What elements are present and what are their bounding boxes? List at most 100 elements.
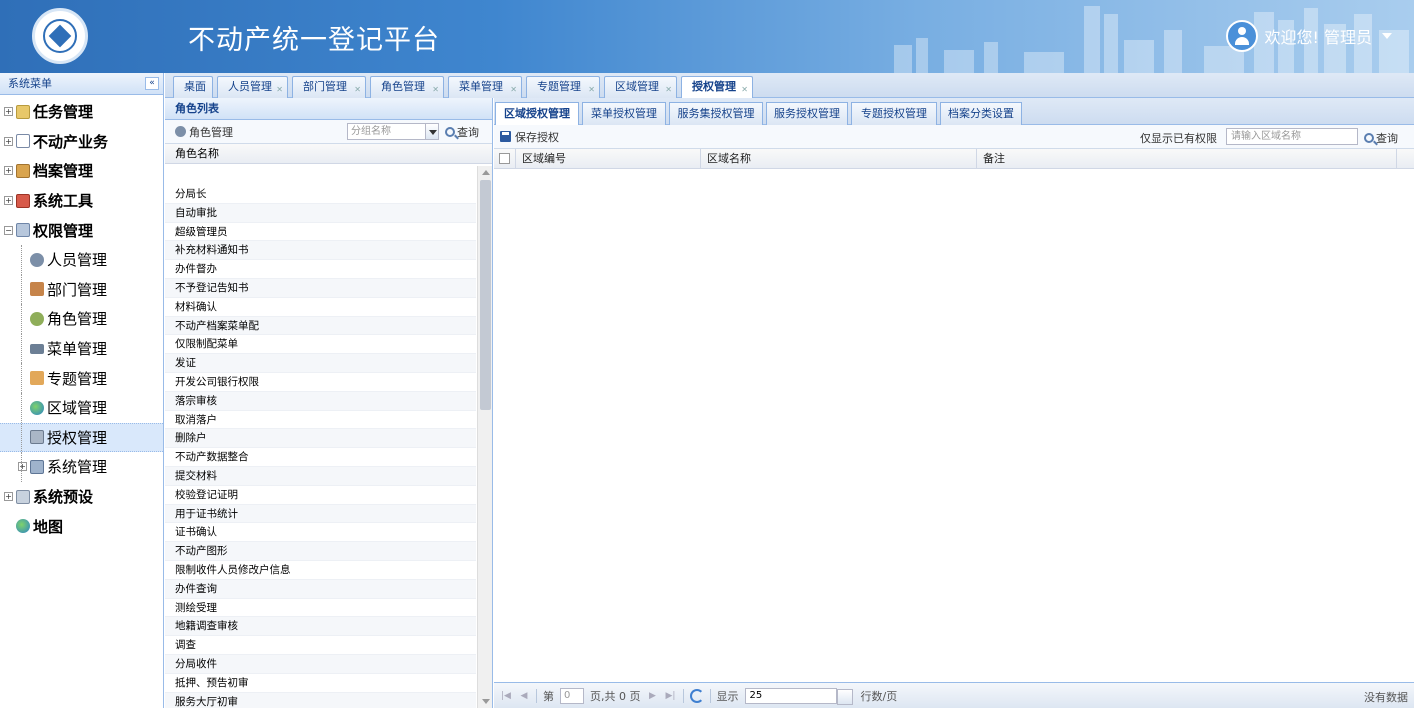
close-icon[interactable]: ✕ (665, 80, 672, 100)
role-row[interactable]: 地籍调查审核 (165, 617, 476, 637)
role-row[interactable]: 仅限制配菜单 (165, 335, 476, 355)
sidebar-item[interactable]: 部门管理 (0, 274, 163, 305)
role-row[interactable]: 调查 (165, 636, 476, 655)
combo-dropdown-button[interactable] (425, 123, 439, 140)
role-row[interactable]: 分局收件 (165, 654, 476, 674)
role-row[interactable]: 超级管理员 (165, 223, 476, 242)
column-remark[interactable]: 备注 (977, 149, 1397, 168)
expand-icon[interactable]: + (4, 166, 13, 176)
only-show-existing-toggle[interactable]: 仅显示已有权限 (1140, 130, 1217, 146)
expand-icon[interactable]: + (4, 196, 13, 206)
role-row[interactable]: 落宗审核 (165, 391, 476, 411)
close-icon[interactable]: ✕ (354, 80, 361, 100)
sidebar-item[interactable]: 地图 (0, 511, 163, 541)
region-name-input[interactable]: 请输入区域名称 (1226, 128, 1358, 145)
region-search-button[interactable]: 查询 (1364, 130, 1398, 146)
role-row[interactable]: 开发公司银行权限 (165, 373, 476, 392)
auth-subtab[interactable]: 专题授权管理 (851, 102, 937, 125)
role-row[interactable]: 提交材料 (165, 466, 476, 486)
pager-separator (536, 688, 537, 703)
close-icon[interactable]: ✕ (510, 80, 517, 100)
sidebar-item[interactable]: + 不动产业务 (0, 127, 163, 157)
expand-icon[interactable]: + (4, 136, 13, 146)
first-page-icon[interactable]: |◀ (500, 690, 512, 702)
role-row[interactable]: 分局长 (165, 185, 476, 204)
sidebar-item[interactable]: + 任务管理 (0, 97, 163, 127)
role-column-header[interactable]: 角色名称 (165, 144, 492, 164)
sidebar-item[interactable]: 授权管理 (0, 422, 163, 453)
role-row[interactable]: 服务大厅初审 (165, 692, 476, 708)
role-row[interactable]: 办件查询 (165, 579, 476, 599)
role-row[interactable]: 测绘受理 (165, 599, 476, 618)
sidebar-item[interactable]: + 档案管理 (0, 156, 163, 186)
expand-icon[interactable]: + (18, 462, 27, 472)
role-row[interactable]: 取消落户 (165, 411, 476, 430)
auth-subtab[interactable]: 档案分类设置 (940, 102, 1022, 125)
sidebar-item[interactable]: + 系统工具 (0, 186, 163, 216)
role-row[interactable]: 不动产数据整合 (165, 448, 476, 467)
sidebar-item[interactable]: + 系统预设 (0, 482, 163, 512)
role-row[interactable]: 办件督办 (165, 260, 476, 279)
role-row[interactable]: 用于证书统计 (165, 504, 476, 524)
role-row[interactable]: 校验登记证明 (165, 486, 476, 505)
auth-subtab[interactable]: 区域授权管理 (495, 102, 579, 125)
tab-item[interactable]: 区域管理 ✕ (604, 76, 677, 98)
expand-icon[interactable]: + (4, 492, 13, 502)
scroll-up-icon[interactable] (482, 170, 490, 175)
pager-separator (682, 688, 684, 703)
collapse-sidebar-button[interactable]: « (145, 77, 159, 90)
auth-subtab[interactable]: 服务集授权管理 (669, 102, 763, 125)
auth-subtab[interactable]: 菜单授权管理 (582, 102, 666, 125)
close-icon[interactable]: ✕ (276, 80, 283, 100)
role-row[interactable]: 删除户 (165, 429, 476, 449)
role-row[interactable]: 补充材料通知书 (165, 241, 476, 261)
scroll-down-icon[interactable] (482, 699, 490, 704)
auth-subtab[interactable]: 服务授权管理 (766, 102, 848, 125)
last-page-icon[interactable]: ▶| (665, 690, 677, 702)
close-icon[interactable]: ✕ (588, 80, 595, 100)
role-row[interactable]: 不动产图形 (165, 542, 476, 561)
tab-item[interactable]: 授权管理 ✕ (681, 76, 753, 99)
role-row[interactable]: 限制收件人员修改户信息 (165, 561, 476, 580)
column-region-code[interactable]: 区域编号 (516, 149, 701, 168)
tab-item[interactable]: 专题管理 ✕ (526, 76, 600, 98)
tab-item[interactable]: 角色管理 ✕ (370, 76, 444, 98)
sidebar-item[interactable]: 专题管理 (0, 363, 163, 393)
globe-icon (30, 400, 44, 415)
tab-item[interactable]: 部门管理 ✕ (292, 76, 366, 98)
role-row[interactable]: 不予登记告知书 (165, 278, 476, 298)
collapse-icon[interactable]: − (4, 225, 13, 235)
role-row[interactable]: 自动审批 (165, 203, 476, 223)
prev-page-icon[interactable]: ◀ (518, 690, 530, 702)
close-icon[interactable]: ✕ (432, 80, 439, 100)
tab-item[interactable]: 菜单管理 ✕ (448, 76, 522, 98)
select-all-checkbox[interactable] (494, 149, 516, 168)
scrollbar-thumb[interactable] (480, 180, 491, 410)
role-manage-button[interactable]: 角色管理 (189, 124, 233, 140)
page-size-select[interactable]: 25 (744, 687, 853, 705)
role-row[interactable]: 证书确认 (165, 523, 476, 543)
page-number-input[interactable]: 0 (560, 687, 584, 704)
close-icon[interactable]: ✕ (741, 80, 748, 100)
sidebar-item[interactable]: 人员管理 (0, 244, 163, 275)
role-list-scrollbar[interactable] (477, 166, 492, 708)
refresh-icon[interactable] (689, 688, 704, 703)
role-row[interactable]: 材料确认 (165, 298, 476, 317)
tab-item[interactable]: 人员管理 ✕ (217, 76, 288, 98)
expand-icon[interactable]: + (4, 107, 13, 117)
column-region-name[interactable]: 区域名称 (701, 149, 977, 168)
role-row[interactable]: 抵押、预告初审 (165, 674, 476, 693)
sidebar-item[interactable]: + 系统管理 (0, 452, 163, 482)
sidebar-item[interactable]: − 权限管理 (0, 215, 163, 245)
user-group-icon (175, 126, 186, 137)
role-row[interactable]: 不动产档案菜单配 (165, 316, 476, 336)
sidebar-item[interactable]: 区域管理 (0, 392, 163, 423)
tab-item[interactable]: 桌面 (173, 76, 213, 98)
role-row[interactable]: 发证 (165, 354, 476, 373)
sidebar-item[interactable]: 菜单管理 (0, 333, 163, 364)
user-menu[interactable]: 欢迎您! 管理员 (1226, 20, 1392, 52)
role-search-button[interactable]: 查询 (445, 124, 479, 140)
next-page-icon[interactable]: ▶ (647, 690, 659, 702)
save-authorization-button[interactable]: 保存授权 (515, 129, 559, 145)
sidebar-item[interactable]: 角色管理 (0, 304, 163, 334)
